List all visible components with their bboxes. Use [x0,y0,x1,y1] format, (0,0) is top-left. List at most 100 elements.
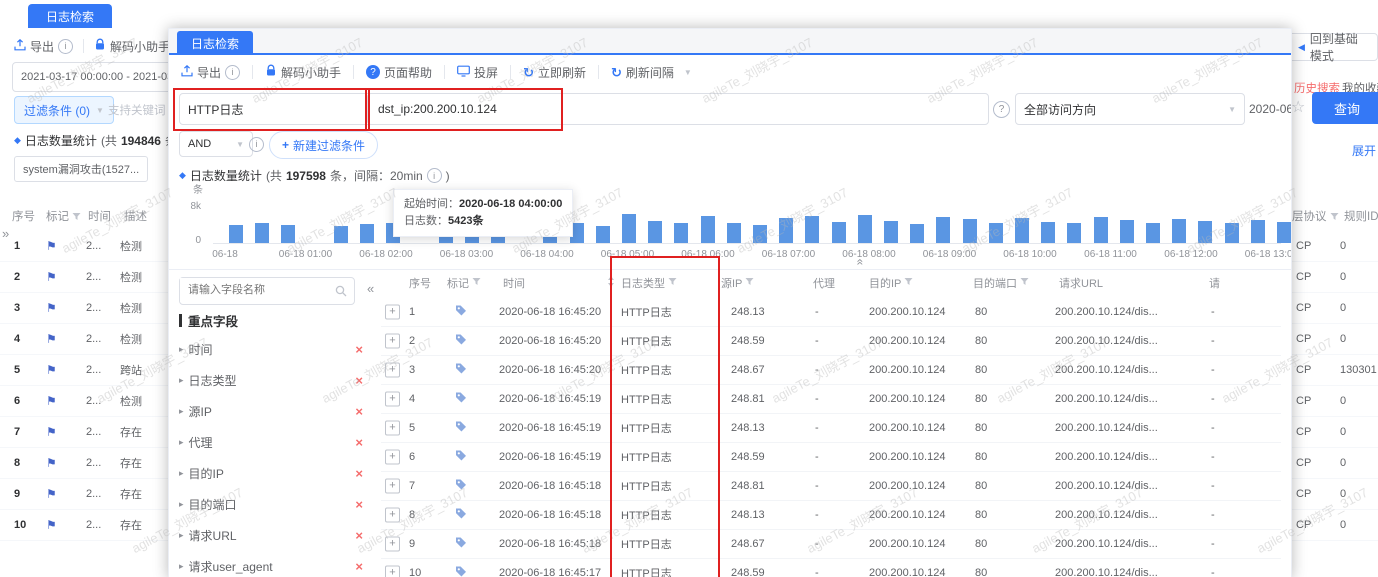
column-header-mark[interactable]: 标记 [46,208,81,224]
log-row[interactable]: +6 2020-06-18 16:45:19 HTTP日志 248.59 - 200.20… [381,442,1281,472]
screen-cast-button[interactable]: 投屏 [457,64,498,81]
sort-icon[interactable] [607,276,615,290]
back-to-basic-mode-button[interactable]: ◀ 回到基础模式 [1288,32,1378,63]
remove-field-icon[interactable]: × [355,342,363,357]
page-help-button[interactable]: ? 页面帮助 [366,64,432,81]
column-header-layer-protocol[interactable]: 层协议 [1292,208,1339,224]
column-header-3[interactable]: 时间 [503,275,614,291]
remove-field-icon[interactable]: × [355,373,363,388]
log-row[interactable]: +5 2020-06-18 16:45:19 HTTP日志 248.13 - 200.20… [381,413,1281,443]
background-right-table-row[interactable]: -CP0 [1283,478,1378,510]
field-item[interactable]: ▸ 代理 × [179,428,363,456]
cell-no: 10 [409,566,422,577]
background-table-row[interactable]: 1 ⚑ 2... 检测 [0,230,168,262]
field-item[interactable]: ▸ 请求URL × [179,521,363,549]
background-table-row[interactable]: 6 ⚑ 2... 检测 [0,385,168,417]
tab-log-search[interactable]: 日志检索 [177,31,253,55]
background-right-table-row[interactable]: -CP0 [1283,416,1378,448]
collapse-field-panel-chevrons-icon[interactable]: « [367,281,374,296]
background-table-row[interactable]: 8 ⚑ 2... 存在 [0,447,168,479]
background-right-table-row[interactable]: -CP0 [1283,323,1378,355]
expand-row-button[interactable]: + [385,478,400,493]
date-range-picker[interactable]: 2020-06-18 [1249,93,1291,125]
expand-row-button[interactable]: + [385,565,400,577]
decode-assistant-button[interactable]: 解码小助手 [94,38,170,55]
log-row[interactable]: +10 2020-06-18 16:45:17 HTTP日志 248.59 - 200.2… [381,558,1281,577]
background-right-table-row[interactable]: -CP130301 [1283,354,1378,386]
log-row[interactable]: +7 2020-06-18 16:45:18 HTTP日志 248.81 - 200.20… [381,471,1281,501]
background-table-row[interactable]: 7 ⚑ 2... 存在 [0,416,168,448]
background-tab-log-search[interactable]: 日志检索 [28,4,112,28]
column-header-rule-id[interactable]: 规则ID [1344,208,1378,224]
column-header-7[interactable]: 目的IP [869,275,913,291]
field-item[interactable]: ▸ 请求user_agent × [179,552,363,577]
log-row[interactable]: +1 2020-06-18 16:45:20 HTTP日志 248.13 - 200.20… [381,297,1281,327]
filter-conditions-button[interactable]: 过滤条件 (0) ▼ [14,96,114,124]
expand-row-button[interactable]: + [385,333,400,348]
expand-link[interactable]: 展开 [1352,142,1376,159]
new-filter-condition-button[interactable]: + 新建过滤条件 [269,131,379,159]
column-header-4[interactable]: 日志类型 [621,275,677,291]
column-header-8[interactable]: 目的端口 [973,275,1029,291]
background-right-table-row[interactable]: -CP0 [1283,447,1378,479]
expand-row-button[interactable]: + [385,304,400,319]
log-row[interactable]: +4 2020-06-18 16:45:19 HTTP日志 248.81 - 200.20… [381,384,1281,414]
background-right-table-row[interactable]: -CP0 [1283,230,1378,262]
expand-row-button[interactable]: + [385,420,400,435]
collapse-chart-chevrons-icon[interactable]: « [853,259,867,266]
decode-assistant-button[interactable]: 解码小助手 [265,64,341,81]
refresh-now-button[interactable]: ↻ 立即刷新 [523,64,586,81]
field-item[interactable]: ▸ 目的端口 × [179,490,363,518]
filter-icon[interactable] [1020,277,1029,289]
background-right-table-row[interactable]: -CP0 [1283,385,1378,417]
background-table-row[interactable]: 5 ⚑ 2... 跨站 [0,354,168,386]
filter-icon[interactable] [472,277,481,289]
field-search-input[interactable] [180,278,338,302]
background-right-table-row[interactable]: -CP0 [1283,292,1378,324]
log-row[interactable]: +3 2020-06-18 16:45:20 HTTP日志 248.67 - 200.20… [381,355,1281,385]
log-row[interactable]: +2 2020-06-18 16:45:20 HTTP日志 248.59 - 200.20… [381,326,1281,356]
field-item[interactable]: ▸ 时间 × [179,335,363,363]
cell-no: 8 [409,508,416,521]
field-item[interactable]: ▸ 日志类型 × [179,366,363,394]
background-table-row[interactable]: 10 ⚑ 2... 存在 [0,509,168,541]
star-icon[interactable]: ☆ [1291,97,1305,117]
background-right-table-row[interactable]: -CP0 [1283,509,1378,541]
background-right-table-row[interactable]: -CP0 [1283,261,1378,293]
remove-field-icon[interactable]: × [355,404,363,419]
field-item[interactable]: ▸ 目的IP × [179,459,363,487]
remove-field-icon[interactable]: × [355,528,363,543]
log-row[interactable]: +9 2020-06-18 16:45:18 HTTP日志 248.67 - 200.20… [381,529,1281,559]
query-help-icon[interactable]: ? [993,101,1010,118]
background-table-row[interactable]: 4 ⚑ 2... 检测 [0,323,168,355]
expand-row-button[interactable]: + [385,536,400,551]
query-input[interactable] [367,93,989,125]
field-item[interactable]: ▸ 源IP × [179,397,363,425]
background-table-row[interactable]: 2 ⚑ 2... 检测 [0,261,168,293]
background-table-row[interactable]: 3 ⚑ 2... 检测 [0,292,168,324]
log-type-select[interactable]: HTTP日志 ▼ [179,93,383,125]
remove-field-icon[interactable]: × [355,559,363,574]
remove-field-icon[interactable]: × [355,435,363,450]
filter-tag-chip[interactable]: system漏洞攻击(1527... [14,156,149,182]
column-header-2[interactable]: 标记 [447,275,481,291]
filter-icon[interactable] [668,277,677,289]
export-button[interactable]: 导出 i [14,38,74,55]
remove-field-icon[interactable]: × [355,497,363,512]
expand-row-button[interactable]: + [385,362,400,377]
access-direction-select[interactable]: 全部访问方向 ▼ [1015,93,1245,125]
remove-field-icon[interactable]: × [355,466,363,481]
refresh-interval-label: 刷新间隔 [625,65,674,80]
log-row[interactable]: +8 2020-06-18 16:45:18 HTTP日志 248.13 - 200.20… [381,500,1281,530]
filter-icon[interactable] [904,277,913,289]
refresh-interval-dropdown[interactable]: ↻ 刷新间隔 ▼ [611,64,692,81]
expand-row-button[interactable]: + [385,507,400,522]
operator-select[interactable]: AND ▼ [179,131,253,157]
expand-row-button[interactable]: + [385,391,400,406]
query-button[interactable]: 查询 [1312,92,1378,124]
expand-row-button[interactable]: + [385,449,400,464]
filter-icon[interactable] [745,277,754,289]
column-header-5[interactable]: 源IP [721,275,754,291]
export-button[interactable]: 导出 i [181,64,241,81]
background-table-row[interactable]: 9 ⚑ 2... 存在 [0,478,168,510]
